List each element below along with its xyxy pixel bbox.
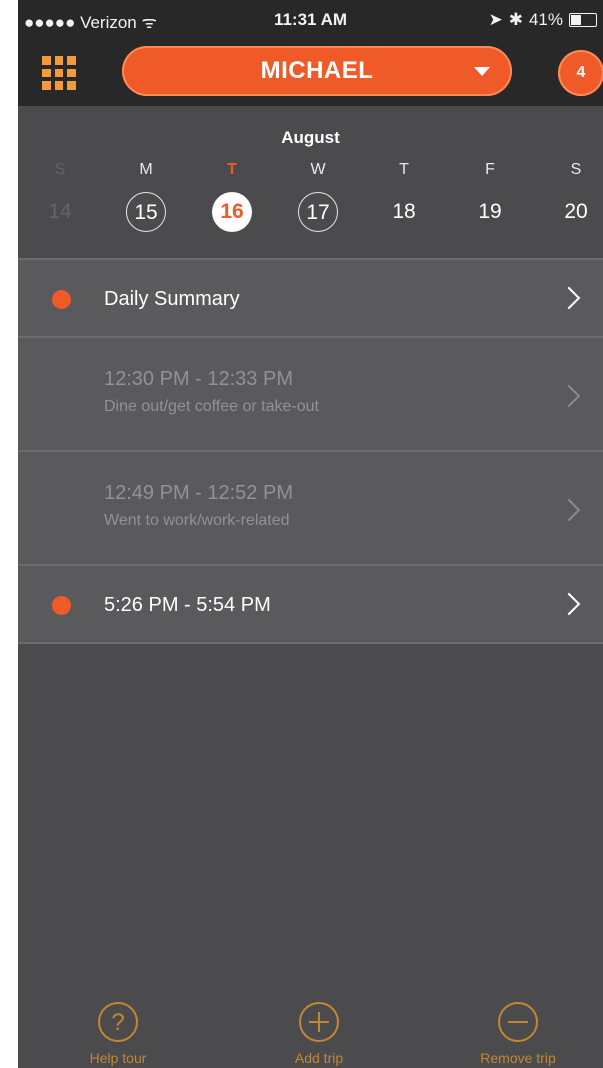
row-title: 12:30 PM - 12:33 PM	[104, 368, 293, 390]
question-icon: ?	[98, 1002, 138, 1042]
plus-icon	[299, 1002, 339, 1042]
list-item-trip[interactable]: 12:30 PM - 12:33 PM Dine out/get coffee …	[18, 336, 603, 452]
battery-percent: 41%	[528, 10, 563, 29]
row-title: Daily Summary	[104, 288, 240, 310]
menu-grid-icon[interactable]	[42, 56, 76, 90]
user-select-dropdown[interactable]: MICHAEL	[122, 46, 512, 96]
row-title: 12:49 PM - 12:52 PM	[104, 482, 293, 504]
day-of-week: F	[485, 161, 495, 178]
app-screen: ●●●●● Verizon ᯤ 11:31 AM ➤ ✱ 41% MICHAEL…	[18, 0, 603, 1068]
chevron-right-icon	[557, 286, 581, 310]
day-tuesday-selected[interactable]: T 16	[207, 158, 257, 232]
day-number[interactable]: 17	[298, 192, 338, 232]
day-thursday[interactable]: T 18	[379, 158, 429, 232]
notification-badge[interactable]: 4	[558, 50, 603, 96]
user-name: MICHAEL	[260, 57, 374, 84]
day-number[interactable]: 18	[384, 192, 424, 232]
chevron-right-icon	[557, 592, 581, 616]
top-bar: ●●●●● Verizon ᯤ 11:31 AM ➤ ✱ 41% MICHAEL…	[18, 0, 603, 106]
day-monday[interactable]: M 15	[121, 158, 171, 232]
list-item-daily-summary[interactable]: Daily Summary	[18, 258, 603, 338]
location-arrow-icon: ➤	[488, 10, 503, 29]
week-calendar: August S 14 M 15 T 16 W 17 T 18 F 19 S 2…	[18, 106, 603, 258]
day-of-week: T	[399, 161, 409, 178]
bluetooth-icon: ✱	[508, 10, 523, 29]
row-subtitle: Dine out/get coffee or take-out	[104, 398, 319, 415]
status-right: ➤ ✱ 41%	[488, 10, 597, 30]
add-trip-button[interactable]: Add trip	[259, 1002, 379, 1066]
day-number[interactable]: 19	[470, 192, 510, 232]
help-tour-button[interactable]: ? Help tour	[58, 1002, 178, 1066]
status-dot-icon	[52, 290, 71, 309]
dropdown-caret-icon	[474, 67, 490, 76]
add-trip-label: Add trip	[294, 1050, 344, 1066]
battery-icon	[569, 13, 597, 27]
row-title: 5:26 PM - 5:54 PM	[104, 594, 271, 616]
chevron-right-icon	[557, 384, 581, 408]
day-number[interactable]: 16	[212, 192, 252, 232]
help-tour-label: Help tour	[89, 1050, 147, 1066]
row-subtitle: Went to work/work-related	[104, 512, 290, 529]
day-of-week: S	[54, 161, 66, 178]
day-of-week: M	[139, 161, 153, 178]
chevron-right-icon	[557, 498, 581, 522]
day-saturday[interactable]: S 20	[551, 158, 601, 232]
day-friday[interactable]: F 19	[465, 158, 515, 232]
list-item-trip[interactable]: 12:49 PM - 12:52 PM Went to work/work-re…	[18, 450, 603, 566]
day-number[interactable]: 15	[126, 192, 166, 232]
remove-trip-button[interactable]: Remove trip	[458, 1002, 578, 1066]
day-of-week: S	[570, 161, 582, 178]
minus-icon	[498, 1002, 538, 1042]
remove-trip-label: Remove trip	[480, 1050, 556, 1066]
month-label: August	[281, 128, 340, 147]
day-number[interactable]: 20	[556, 192, 596, 232]
list-item-trip[interactable]: 5:26 PM - 5:54 PM	[18, 564, 603, 644]
day-sunday: S 14	[35, 158, 85, 232]
day-of-week: T	[227, 161, 237, 178]
day-number: 14	[48, 200, 72, 223]
day-of-week: W	[310, 161, 326, 178]
day-wednesday[interactable]: W 17	[293, 158, 343, 232]
status-dot-icon	[52, 596, 71, 615]
